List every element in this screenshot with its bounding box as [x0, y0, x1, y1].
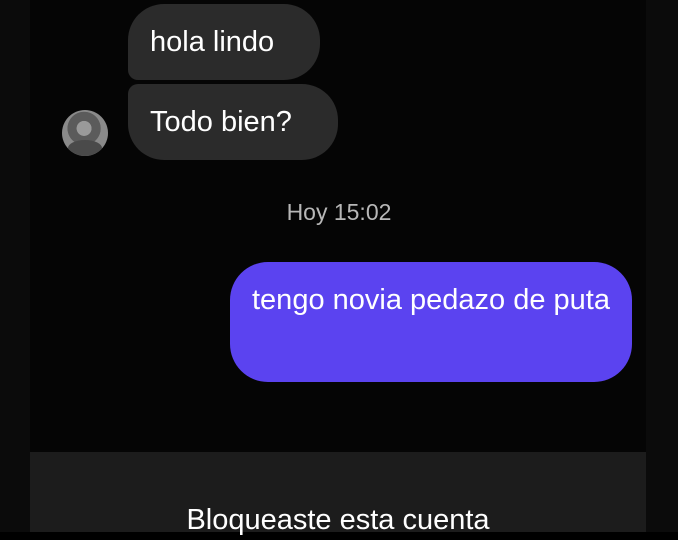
incoming-message-text: hola lindo: [150, 26, 275, 58]
blocked-account-banner: Bloqueaste esta cuenta: [30, 452, 646, 536]
profile-avatar-icon[interactable]: [62, 110, 108, 156]
left-border: [0, 0, 30, 532]
outgoing-message[interactable]: tengo novia pedazo de puta: [230, 262, 632, 382]
message-timestamp: Hoy 15:02: [286, 199, 392, 225]
incoming-message-text: Todo bien?: [150, 106, 292, 138]
right-border: [646, 0, 678, 532]
incoming-message[interactable]: hola lindo: [128, 4, 320, 80]
blocked-account-text: Bloqueaste esta cuenta: [186, 504, 490, 536]
outgoing-message-text: tengo novia pedazo de puta: [252, 284, 610, 316]
incoming-message[interactable]: Todo bien?: [128, 84, 338, 160]
